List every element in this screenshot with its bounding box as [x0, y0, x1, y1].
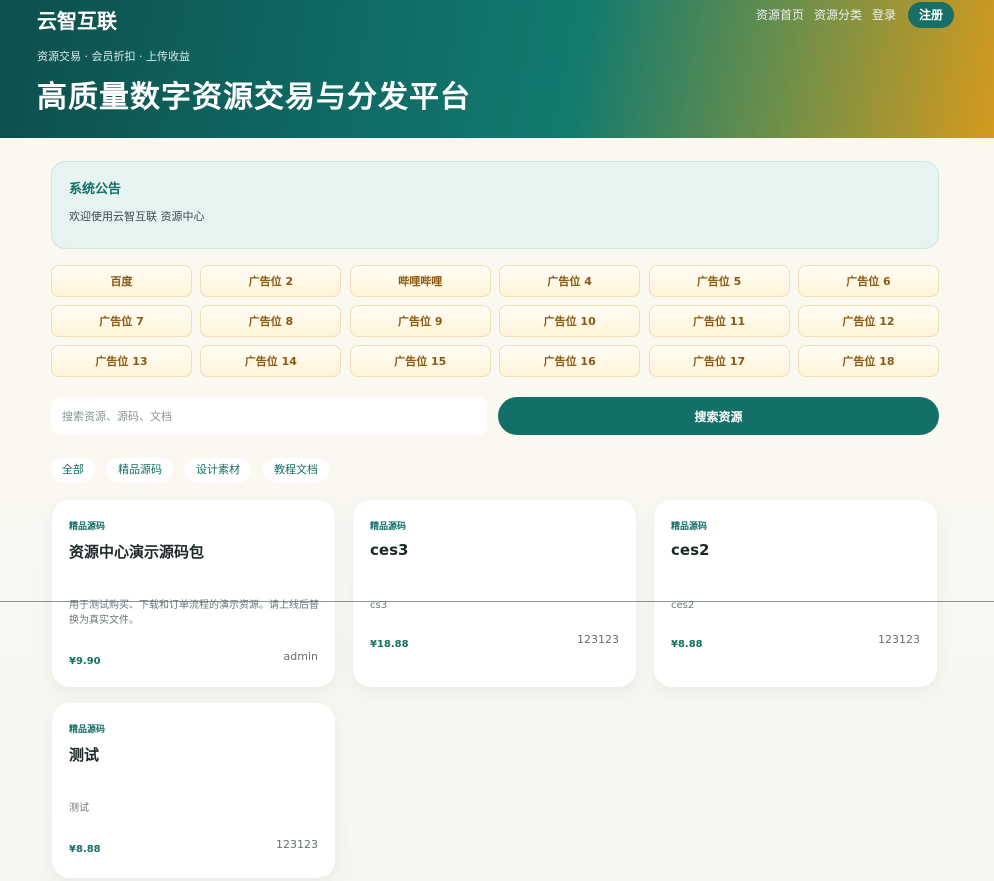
card-price: ¥8.88: [69, 844, 101, 855]
search-input[interactable]: [51, 397, 487, 435]
notice-text: 欢迎使用云智互联 资源中心: [69, 210, 205, 223]
search-button[interactable]: 搜索资源: [498, 397, 939, 435]
tab-design-assets[interactable]: 设计素材: [185, 458, 251, 482]
ad-slot-10[interactable]: 广告位 10: [499, 305, 641, 337]
register-button[interactable]: 注册: [907, 2, 954, 28]
nav-home-link[interactable]: 资源首页: [756, 3, 804, 27]
nav-categories-link[interactable]: 资源分类: [814, 3, 862, 27]
system-notice: 系统公告 欢迎使用云智互联 资源中心: [51, 161, 939, 249]
tab-source-code[interactable]: 精品源码: [107, 458, 173, 482]
card-author: 123123: [577, 633, 619, 646]
card-category: 精品源码: [69, 522, 106, 532]
ad-slot-12[interactable]: 广告位 12: [797, 305, 939, 337]
hero-headline: 高质量数字资源交易与分发平台: [37, 80, 471, 115]
ad-slot-11[interactable]: 广告位 11: [648, 305, 790, 337]
card-title[interactable]: 测试: [69, 744, 99, 765]
hero-tagline: 资源交易 · 会员折扣 · 上传收益: [37, 50, 190, 63]
ad-grid: 百度 广告位 2 哔哩哔哩 广告位 4 广告位 5 广告位 6 广告位 7 广告…: [51, 265, 939, 377]
card-author: admin: [283, 650, 318, 663]
notice-title: 系统公告: [69, 182, 122, 197]
card-title[interactable]: ces2: [671, 541, 709, 559]
ad-slot-16[interactable]: 广告位 16: [499, 345, 641, 377]
card-author: 123123: [276, 838, 318, 851]
ad-slot-9[interactable]: 广告位 9: [349, 305, 491, 337]
resource-card[interactable]: 精品源码 资源中心演示源码包 用于测试购买、下载和订单流程的演示资源。请上线后替…: [52, 500, 335, 687]
ad-slot-3[interactable]: 哔哩哔哩: [349, 265, 491, 297]
ad-slot-7[interactable]: 广告位 7: [51, 305, 192, 337]
card-price: ¥18.88: [370, 639, 409, 650]
category-tabs: 全部 精品源码 设计素材 教程文档: [51, 458, 341, 482]
ad-slot-2[interactable]: 广告位 2: [200, 265, 342, 297]
tab-all[interactable]: 全部: [51, 458, 95, 482]
card-title[interactable]: ces3: [370, 541, 408, 559]
tab-tutorials[interactable]: 教程文档: [263, 458, 329, 482]
card-description: 测试: [69, 803, 89, 814]
ad-slot-13[interactable]: 广告位 13: [51, 345, 192, 377]
ad-slot-15[interactable]: 广告位 15: [349, 345, 491, 377]
resource-card[interactable]: 精品源码 ces2 ces2 ¥8.88 123123: [654, 500, 937, 687]
ad-slot-5[interactable]: 广告位 5: [648, 265, 790, 297]
ad-slot-6[interactable]: 广告位 6: [797, 265, 939, 297]
divider-line: [0, 601, 994, 602]
brand-logo[interactable]: 云智互联: [37, 5, 117, 34]
card-title[interactable]: 资源中心演示源码包: [69, 541, 204, 562]
ad-slot-1[interactable]: 百度: [51, 265, 192, 297]
card-category: 精品源码: [69, 725, 106, 735]
resource-card[interactable]: 精品源码 ces3 cs3 ¥18.88 123123: [353, 500, 636, 687]
card-description: 用于测试购买、下载和订单流程的演示资源。请上线后替换为真实文件。: [69, 600, 319, 626]
card-category: 精品源码: [370, 522, 407, 532]
top-nav: 资源首页 资源分类 登录 注册: [746, 2, 954, 28]
ad-slot-14[interactable]: 广告位 14: [200, 345, 342, 377]
card-price: ¥9.90: [69, 656, 101, 667]
ad-slot-18[interactable]: 广告位 18: [797, 345, 939, 377]
nav-login-link[interactable]: 登录: [872, 3, 896, 27]
ad-slot-8[interactable]: 广告位 8: [200, 305, 342, 337]
card-author: 123123: [878, 633, 920, 646]
card-category: 精品源码: [671, 522, 708, 532]
ad-slot-4[interactable]: 广告位 4: [499, 265, 641, 297]
resource-card[interactable]: 精品源码 测试 测试 ¥8.88 123123: [52, 703, 335, 878]
card-price: ¥8.88: [671, 639, 703, 650]
ad-slot-17[interactable]: 广告位 17: [648, 345, 790, 377]
